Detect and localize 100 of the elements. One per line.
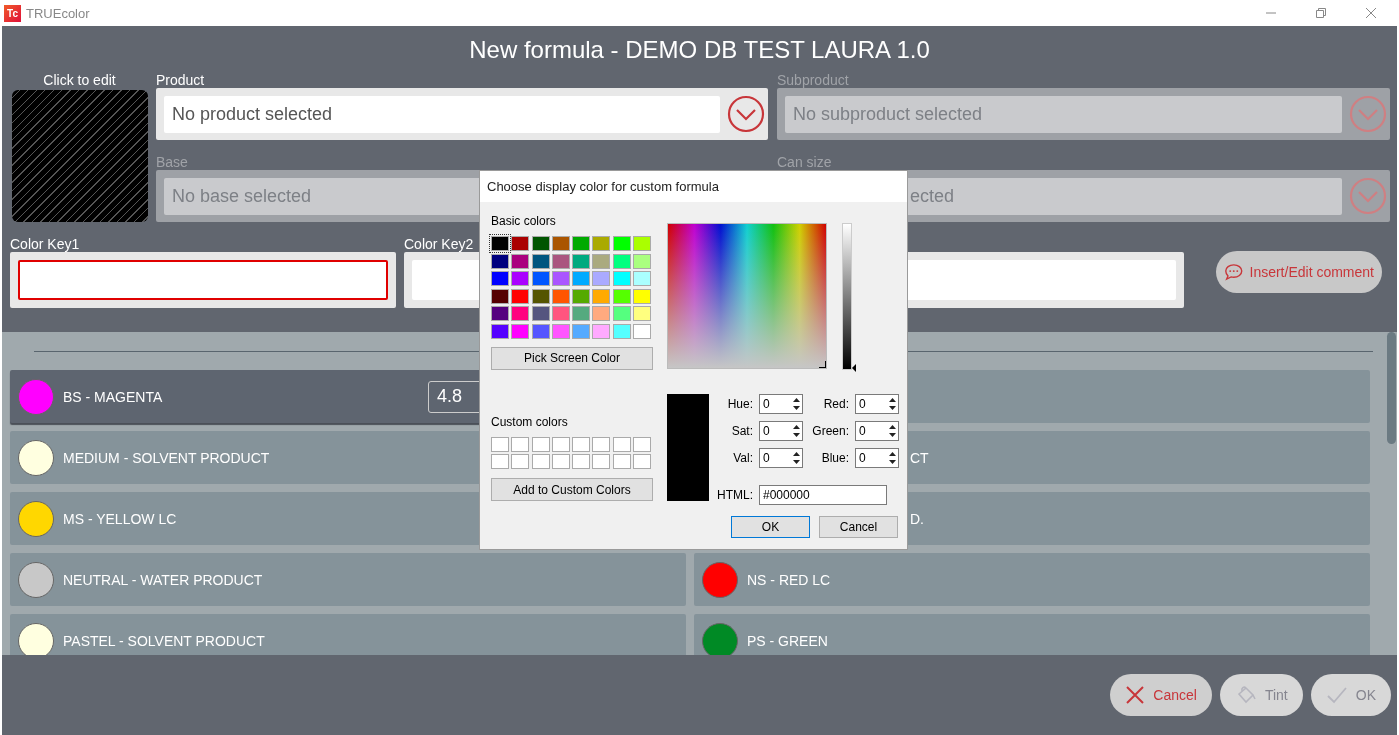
color-swatch[interactable]	[612, 306, 631, 321]
input-field[interactable]	[18, 260, 388, 300]
color-swatch[interactable]	[511, 323, 530, 339]
color-swatch[interactable]	[633, 253, 652, 269]
close-icon[interactable]	[1365, 7, 1377, 19]
dialog-button[interactable]: Cancel	[819, 516, 898, 538]
custom-color-slot[interactable]	[531, 436, 550, 452]
spin-arrows-icon[interactable]	[792, 422, 801, 440]
color-swatch[interactable]	[592, 236, 611, 251]
x-icon	[1125, 685, 1146, 705]
restore-icon[interactable]	[1315, 7, 1327, 19]
color-swatch[interactable]	[572, 323, 591, 339]
custom-color-slot[interactable]	[612, 454, 631, 469]
color-swatch[interactable]	[551, 253, 570, 269]
color-swatch[interactable]	[511, 253, 530, 269]
color-swatch[interactable]	[633, 323, 652, 339]
spin-box[interactable]: 0	[855, 421, 899, 441]
color-swatch[interactable]	[612, 288, 631, 304]
color-swatch[interactable]	[633, 288, 652, 304]
custom-color-slot[interactable]	[633, 454, 652, 469]
color-swatch[interactable]	[511, 236, 530, 251]
custom-color-slot[interactable]	[612, 436, 631, 452]
color-swatch[interactable]	[612, 253, 631, 269]
color-swatch[interactable]	[491, 253, 509, 269]
color-swatch[interactable]	[612, 323, 631, 339]
custom-color-slot[interactable]	[551, 436, 570, 452]
component-name: PASTEL - SOLVENT PRODUCT	[63, 632, 265, 649]
slider-thumb[interactable]	[852, 364, 856, 372]
custom-color-slot[interactable]	[531, 454, 550, 469]
spin-box[interactable]: 0	[855, 394, 899, 414]
component-name: D.	[910, 510, 924, 527]
component-row[interactable]: PASTEL - SOLVENT PRODUCT	[10, 614, 686, 655]
chevron-down-icon[interactable]	[727, 95, 765, 133]
color-swatch[interactable]	[531, 271, 550, 286]
color-swatch[interactable]	[592, 271, 611, 286]
color-swatch[interactable]	[612, 236, 631, 251]
custom-color-slot[interactable]	[592, 436, 611, 452]
custom-color-slot[interactable]	[551, 454, 570, 469]
color-swatch[interactable]	[511, 306, 530, 321]
comment-button[interactable]: Insert/Edit comment	[1216, 251, 1382, 293]
color-swatch[interactable]	[491, 271, 509, 286]
color-swatch[interactable]	[531, 236, 550, 251]
spin-arrows-icon[interactable]	[888, 422, 897, 440]
spin-arrows-icon[interactable]	[888, 449, 897, 467]
color-spectrum[interactable]	[667, 223, 827, 369]
spin-box[interactable]: 0	[759, 394, 803, 414]
spin-box[interactable]: 0	[759, 421, 803, 441]
component-row[interactable]: NS - RED LC	[694, 553, 1370, 606]
color-swatch[interactable]	[551, 271, 570, 286]
color-swatch[interactable]	[531, 306, 550, 321]
spin-box[interactable]: 0	[855, 448, 899, 468]
color-swatch[interactable]	[592, 306, 611, 321]
color-swatch[interactable]	[572, 253, 591, 269]
spin-arrows-icon[interactable]	[792, 395, 801, 413]
component-name: BS - MAGENTA	[63, 388, 163, 405]
cancel-button[interactable]: Cancel	[1110, 674, 1212, 716]
color-swatch[interactable]	[551, 288, 570, 304]
color-swatch[interactable]	[531, 323, 550, 339]
custom-color-slot[interactable]	[633, 436, 652, 452]
dialog-button[interactable]: OK	[731, 516, 810, 538]
add-custom-color-button[interactable]: Add to Custom Colors	[491, 478, 653, 501]
color-swatch[interactable]	[633, 306, 652, 321]
color-swatch[interactable]	[592, 253, 611, 269]
custom-color-slot[interactable]	[592, 454, 611, 469]
color-swatch[interactable]	[491, 288, 509, 304]
color-swatch[interactable]	[572, 236, 591, 251]
app-logo: Tc	[4, 4, 21, 22]
color-swatch[interactable]	[572, 288, 591, 304]
spin-box[interactable]: 0	[759, 448, 803, 468]
spin-arrows-icon[interactable]	[792, 449, 801, 467]
custom-color-slot[interactable]	[572, 454, 591, 469]
custom-color-slot[interactable]	[491, 454, 509, 469]
component-row[interactable]: PS - GREEN	[694, 614, 1370, 655]
html-field[interactable]: #000000	[759, 485, 887, 505]
color-swatch[interactable]	[551, 236, 570, 251]
custom-color-slot[interactable]	[511, 454, 530, 469]
color-swatch[interactable]	[531, 288, 550, 304]
custom-color-slot[interactable]	[511, 436, 530, 452]
custom-color-slot[interactable]	[572, 436, 591, 452]
color-swatch[interactable]	[511, 271, 530, 286]
pick-screen-color-button[interactable]: Pick Screen Color	[491, 346, 653, 370]
color-swatch[interactable]	[491, 306, 509, 321]
color-swatch[interactable]	[491, 236, 509, 251]
select-field[interactable]: No product selected	[164, 95, 720, 133]
color-swatch[interactable]	[592, 288, 611, 304]
color-swatch[interactable]	[633, 236, 652, 251]
color-swatch[interactable]	[11, 90, 148, 222]
color-swatch[interactable]	[511, 288, 530, 304]
color-swatch[interactable]	[612, 271, 631, 286]
color-swatch[interactable]	[633, 271, 652, 286]
color-swatch[interactable]	[531, 253, 550, 269]
custom-color-slot[interactable]	[491, 436, 509, 452]
color-swatch[interactable]	[551, 323, 570, 339]
color-swatch[interactable]	[592, 323, 611, 339]
color-swatch[interactable]	[551, 306, 570, 321]
component-row[interactable]: NEUTRAL - WATER PRODUCT	[10, 553, 686, 606]
color-swatch[interactable]	[491, 323, 509, 339]
spin-arrows-icon[interactable]	[888, 395, 897, 413]
color-swatch[interactable]	[572, 271, 591, 286]
color-swatch[interactable]	[572, 306, 591, 321]
